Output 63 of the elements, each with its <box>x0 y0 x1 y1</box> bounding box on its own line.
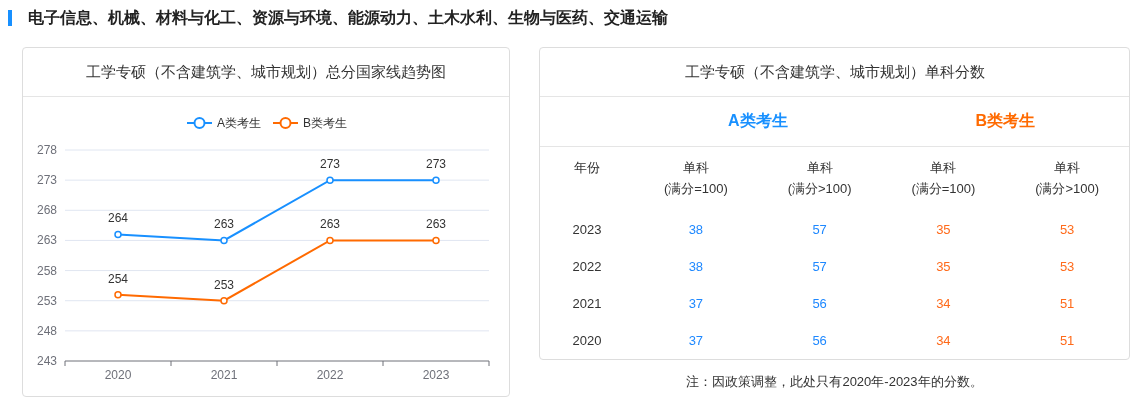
y-axis-label: 268 <box>36 203 57 218</box>
table-cell: 56 <box>812 296 827 311</box>
data-label: 253 <box>214 277 234 292</box>
table-cell: 38 <box>688 222 704 237</box>
table-cell: 57 <box>812 222 827 237</box>
x-axis-label: 2021 <box>210 368 238 382</box>
table-cell: 53 <box>1059 259 1075 274</box>
chart-title: 工学专硕（不含建筑学、城市规划）总分国家线趋势图 <box>86 62 446 82</box>
y-axis-label: 263 <box>36 233 57 248</box>
x-axis-label: 2020 <box>104 368 132 382</box>
column-header: 单科 (满分=100) <box>911 159 976 198</box>
legend-marker-icon[interactable] <box>186 117 213 129</box>
column-header: 单科 (满分=100) <box>663 159 728 198</box>
data-point <box>326 176 334 184</box>
table-cell: 37 <box>688 296 704 311</box>
data-label: 273 <box>320 157 340 172</box>
data-point <box>220 296 228 305</box>
table-cell: 2023 <box>572 222 602 237</box>
table-cell: 37 <box>688 333 704 348</box>
data-point <box>114 290 122 299</box>
y-axis-label: 248 <box>36 323 57 338</box>
y-axis-label: 278 <box>36 143 57 157</box>
column-header: 单科 (满分>100) <box>787 159 852 198</box>
table-cell: 34 <box>936 333 951 348</box>
table-cell: 2021 <box>572 296 602 311</box>
data-label: 264 <box>108 211 128 226</box>
table-cell: 34 <box>936 296 951 311</box>
table-cell: 35 <box>936 222 951 237</box>
column-header: 单科 (满分>100) <box>1035 159 1100 198</box>
table-cell: 35 <box>936 259 951 274</box>
table-cell: 51 <box>1059 333 1075 348</box>
table-cell: 56 <box>812 333 827 348</box>
table-title: 工学专硕（不含建筑学、城市规划）单科分数 <box>684 62 985 82</box>
data-label: 263 <box>320 217 340 232</box>
footnote: 注：因政策调整，此处只有2020年-2023年的分数。 <box>686 373 983 391</box>
table-cell: 2022 <box>572 259 602 274</box>
legend-label[interactable]: B类考生 <box>303 116 347 130</box>
data-point <box>432 176 440 184</box>
data-point <box>114 230 122 239</box>
data-point <box>432 236 440 245</box>
table-cell: 38 <box>688 259 704 274</box>
table-cell: 51 <box>1059 296 1075 311</box>
legend-marker-icon[interactable] <box>272 117 299 129</box>
y-axis-label: 253 <box>36 293 57 308</box>
data-label: 263 <box>426 217 446 232</box>
table-cell: 53 <box>1059 222 1075 237</box>
y-axis-label: 243 <box>36 354 57 368</box>
y-axis-label: 258 <box>36 263 57 278</box>
data-point <box>220 236 228 245</box>
group-header: A类考生 <box>727 111 788 131</box>
data-label: 254 <box>108 271 128 286</box>
data-label: 263 <box>214 217 234 232</box>
column-header: 年份 <box>574 159 600 177</box>
data-point <box>326 236 334 245</box>
group-header: B类考生 <box>975 111 1036 131</box>
y-axis-label: 273 <box>36 173 57 188</box>
x-axis-label: 2023 <box>422 368 450 382</box>
x-axis-label: 2022 <box>316 368 344 382</box>
legend-label[interactable]: A类考生 <box>217 116 261 130</box>
table-cell: 57 <box>812 259 827 274</box>
section-heading: 电子信息、机械、材料与化工、资源与环境、能源动力、土木水利、生物与医药、交通运输 <box>28 7 668 28</box>
data-label: 273 <box>426 157 446 172</box>
table-cell: 2020 <box>572 333 602 348</box>
